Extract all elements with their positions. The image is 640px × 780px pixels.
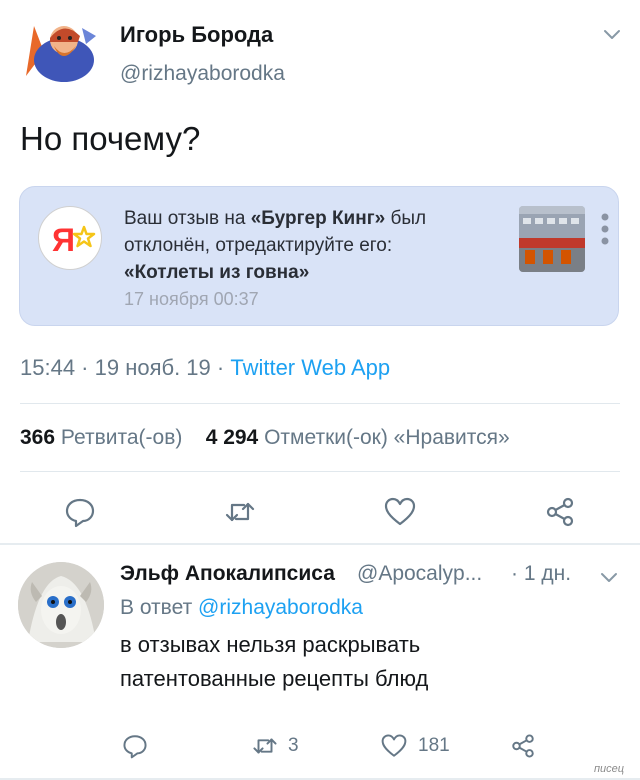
chevron-down-icon[interactable]	[598, 566, 620, 588]
notification-time: 17 ноября 00:37	[124, 289, 259, 309]
divider	[20, 471, 620, 472]
reply-to-line: В ответ @rizhayaborodka	[120, 596, 363, 619]
tweet-timestamp: 15:44 · 19 нояб. 19 · Twitter Web App	[20, 355, 391, 380]
notification-thumbnail	[519, 206, 585, 272]
share-icon[interactable]	[510, 733, 536, 759]
reply-like-count: 181	[418, 735, 450, 756]
reply-time[interactable]: · 1 дн.	[511, 562, 571, 586]
reply-retweet-count: 3	[288, 735, 299, 756]
notification-line-2: отклонён, отредактируйте его:	[124, 235, 393, 256]
reply-text-line-1: в отзывах нельзя раскрывать	[120, 632, 421, 657]
notification-line-1: Ваш отзыв на «Бургер Кинг» был	[124, 208, 427, 229]
watermark: писец	[594, 763, 625, 775]
reply-author-avatar[interactable]	[18, 562, 104, 648]
tweet-text: Но почему?	[20, 120, 201, 157]
reply-text-line-2: патентованные рецепты блюд	[120, 666, 429, 691]
divider	[20, 403, 620, 404]
reply-author-name[interactable]: Эльф Апокалипсиса	[120, 562, 335, 586]
reply-author-handle[interactable]: @Apocalyp...	[357, 562, 482, 586]
chevron-down-icon[interactable]	[600, 22, 624, 46]
share-icon[interactable]	[544, 496, 576, 528]
kebab-menu-icon	[600, 212, 610, 248]
author-avatar[interactable]	[20, 16, 102, 88]
tweet-stats: 366 Ретвита(-ов) 4 294 Отметки(-ок) «Нра…	[20, 426, 510, 450]
reply-icon[interactable]	[64, 496, 96, 528]
author-name[interactable]: Игорь Борода	[120, 22, 273, 48]
retweets-stat[interactable]: 366 Ретвита(-ов)	[20, 426, 182, 449]
section-divider	[0, 543, 640, 545]
yandex-letter: Я	[52, 222, 75, 258]
yandex-logo: Я	[38, 206, 102, 270]
author-handle[interactable]: @rizhayaborodka	[120, 62, 285, 86]
reply-to-mention[interactable]: @rizhayaborodka	[198, 596, 363, 619]
like-icon[interactable]	[384, 496, 416, 528]
notification-line-3: «Котлеты из говна»	[124, 262, 310, 283]
retweet-icon[interactable]	[224, 496, 256, 528]
tweet-source-link[interactable]: Twitter Web App	[230, 355, 390, 380]
like-icon[interactable]	[381, 733, 407, 759]
likes-stat[interactable]: 4 294 Отметки(-ок) «Нравится»	[206, 426, 510, 449]
reply-icon[interactable]	[122, 733, 148, 759]
retweet-icon[interactable]	[252, 733, 278, 759]
